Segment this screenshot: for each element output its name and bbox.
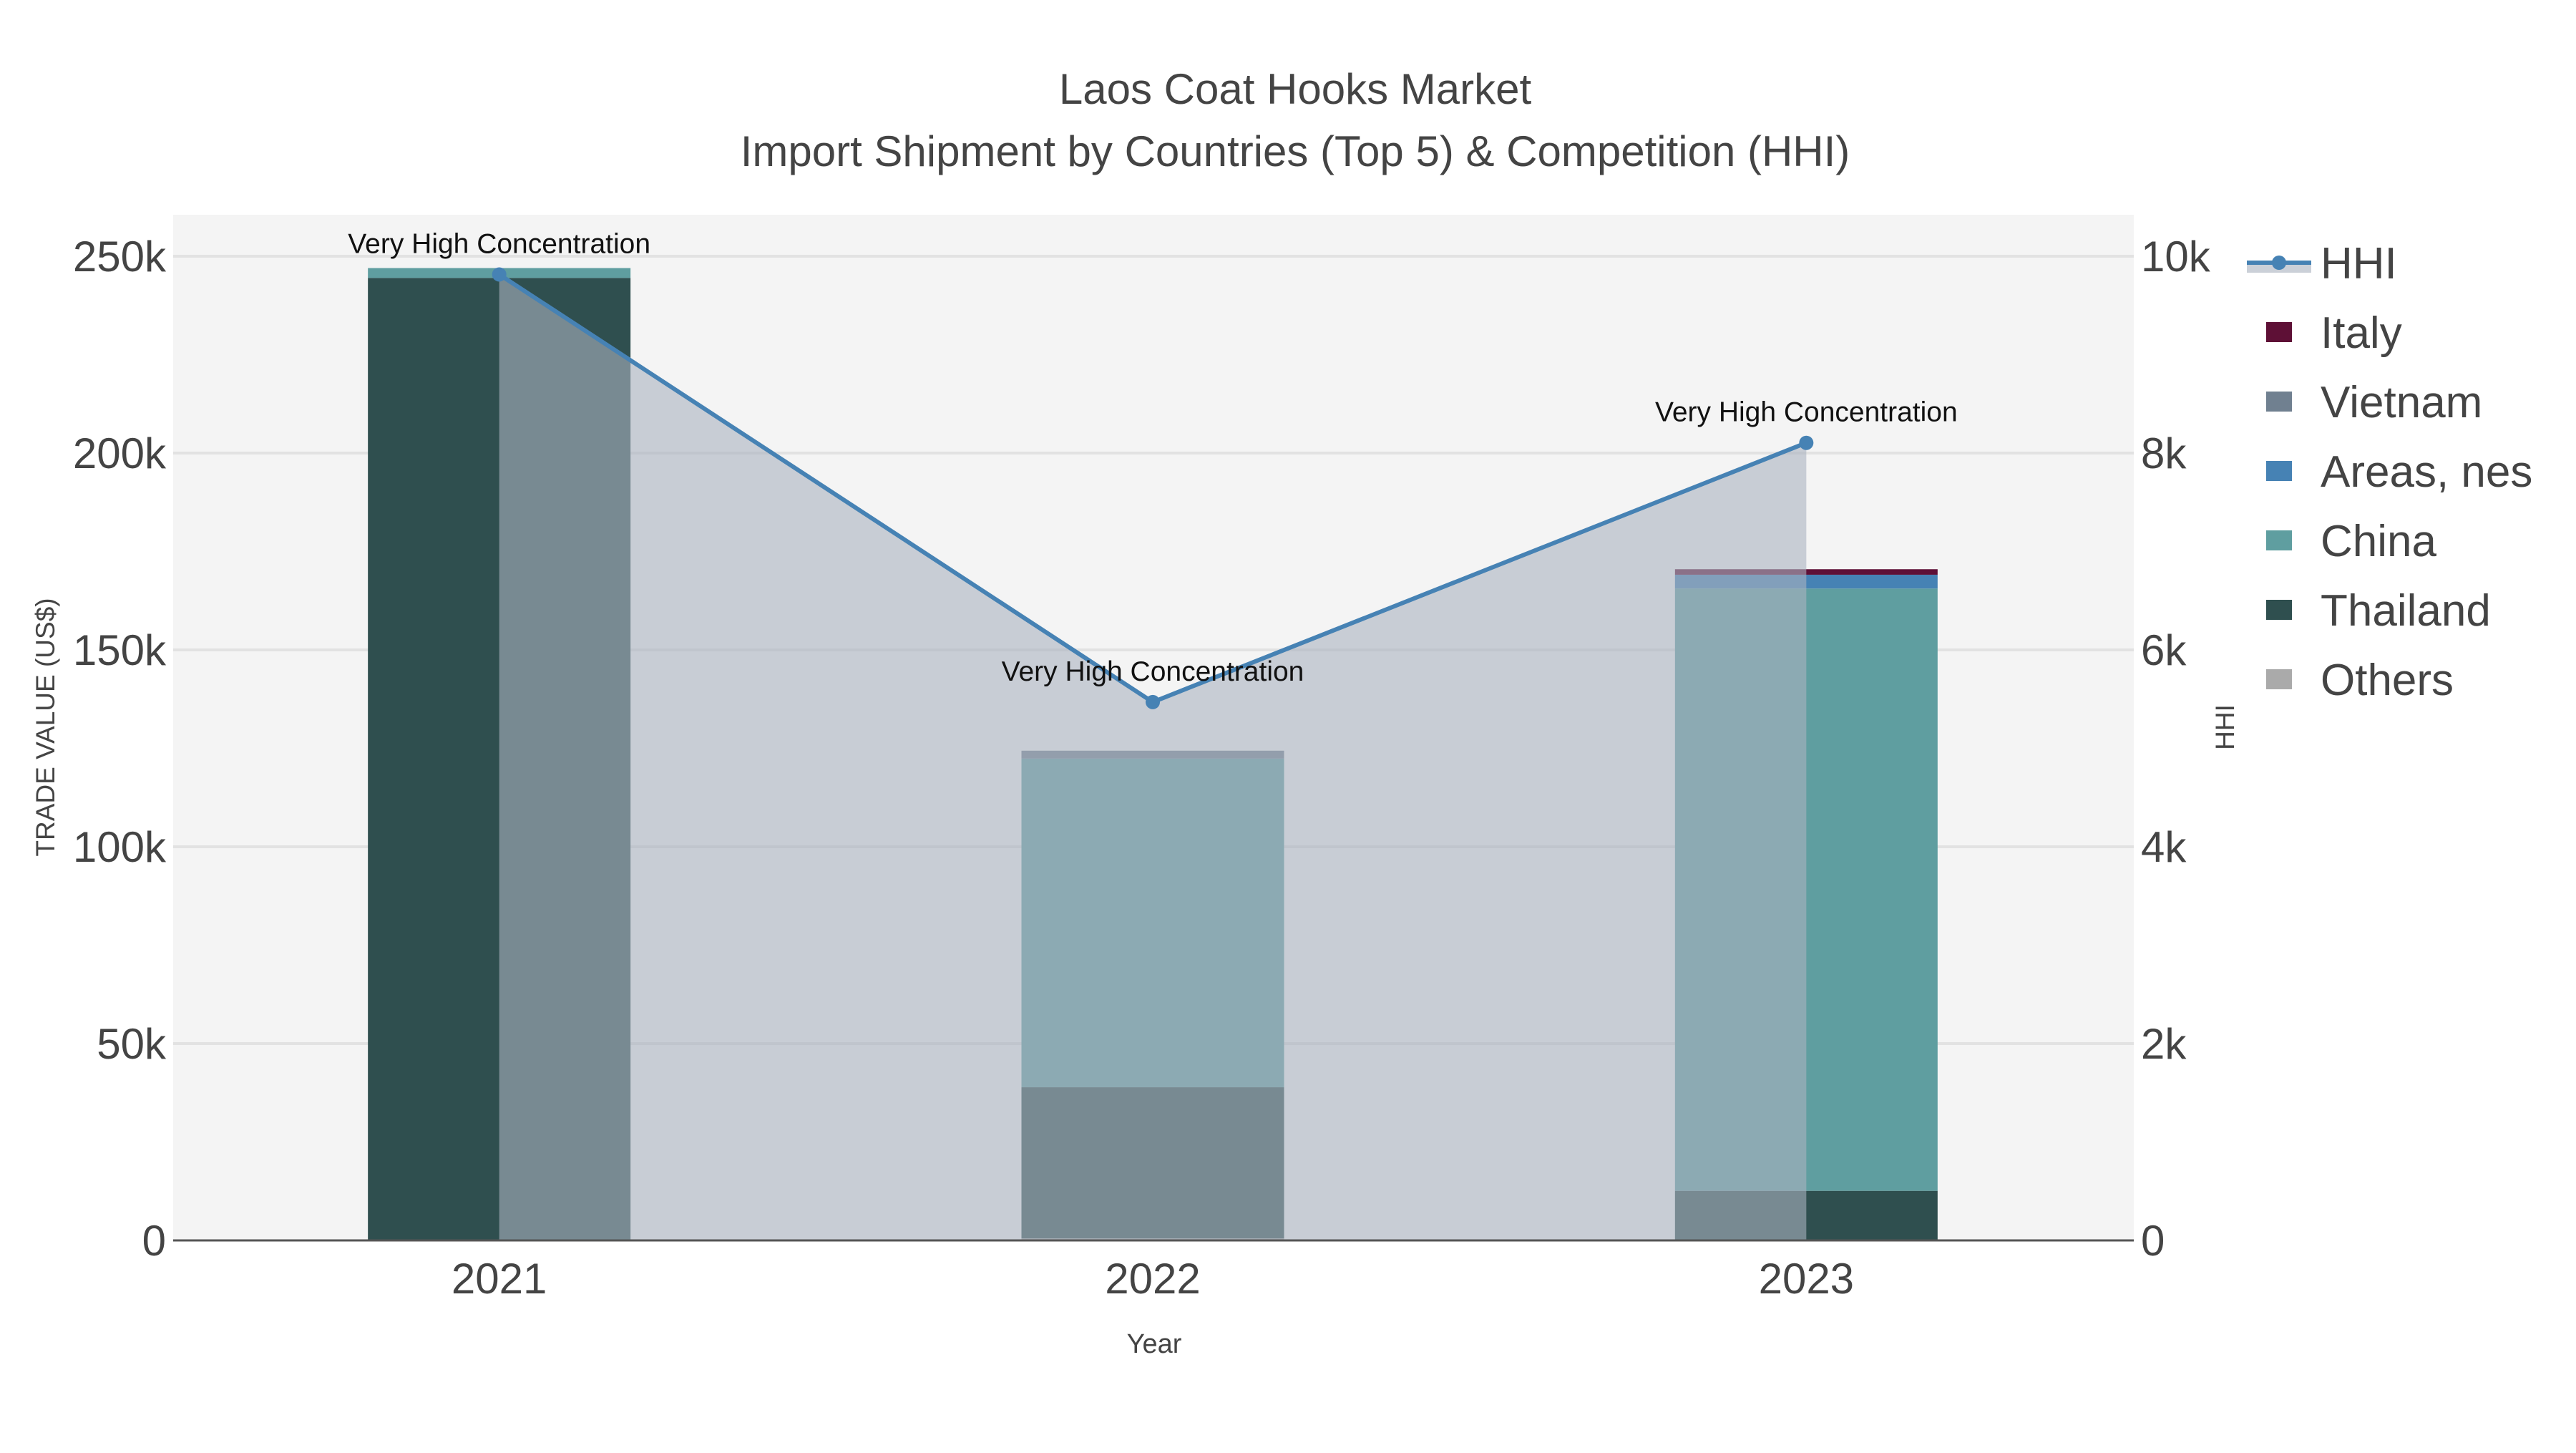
y-tick-label: 250k (73, 233, 167, 281)
y2-axis-title: HHI (2210, 704, 2240, 750)
legend-label: Italy (2321, 308, 2402, 358)
legend-label: China (2321, 517, 2437, 566)
legend-swatch-china (2266, 530, 2292, 550)
legend-hhi-marker (2272, 256, 2286, 270)
y-tick-label: 50k (97, 1020, 167, 1068)
chart-title: Laos Coat Hooks Market (1059, 65, 1532, 113)
legend-swatch-thailand (2266, 600, 2292, 620)
hhi-annotation: Very High Concentration (348, 228, 650, 259)
y2-tick-label: 8k (2141, 429, 2187, 477)
y2-tick-label: 2k (2141, 1020, 2187, 1068)
legend-swatch-vietnam (2266, 392, 2292, 412)
hhi-annotation: Very High Concentration (1655, 397, 1958, 428)
hhi-point-2021 (492, 267, 507, 282)
legend-label: Areas, nes (2321, 447, 2532, 497)
y2-tick-label: 0 (2141, 1217, 2165, 1265)
legend-swatch-areas-nes (2266, 461, 2292, 481)
legend-label: Vietnam (2321, 378, 2482, 427)
x-tick-label: 2023 (1759, 1255, 1854, 1303)
x-axis-title: Year (1127, 1329, 1182, 1359)
y-tick-label: 100k (73, 823, 167, 871)
legend-swatch-italy (2266, 322, 2292, 342)
x-tick-label: 2021 (452, 1255, 547, 1303)
x-tick-label: 2022 (1105, 1255, 1200, 1303)
hhi-annotation: Very High Concentration (1002, 656, 1304, 687)
legend-label: Others (2321, 656, 2454, 705)
chart: Very High Concentration Very High Concent… (31, 65, 2532, 1359)
hhi-point-2022 (1146, 694, 1160, 709)
chart-subtitle: Import Shipment by Countries (Top 5) & C… (741, 127, 1850, 175)
y2-tick-label: 4k (2141, 823, 2187, 871)
y2-tick-label: 6k (2141, 626, 2187, 674)
legend-label: Thailand (2321, 586, 2491, 636)
y2-tick-label: 10k (2141, 233, 2211, 281)
hhi-point-2023 (1799, 435, 1814, 450)
legend-label: HHI (2321, 239, 2397, 288)
y-tick-label: 150k (73, 626, 167, 674)
y-tick-label: 200k (73, 429, 167, 477)
y-axis-title: TRADE VALUE (US$) (31, 598, 60, 856)
y-tick-label: 0 (142, 1217, 166, 1265)
legend-swatch-others (2266, 669, 2292, 689)
